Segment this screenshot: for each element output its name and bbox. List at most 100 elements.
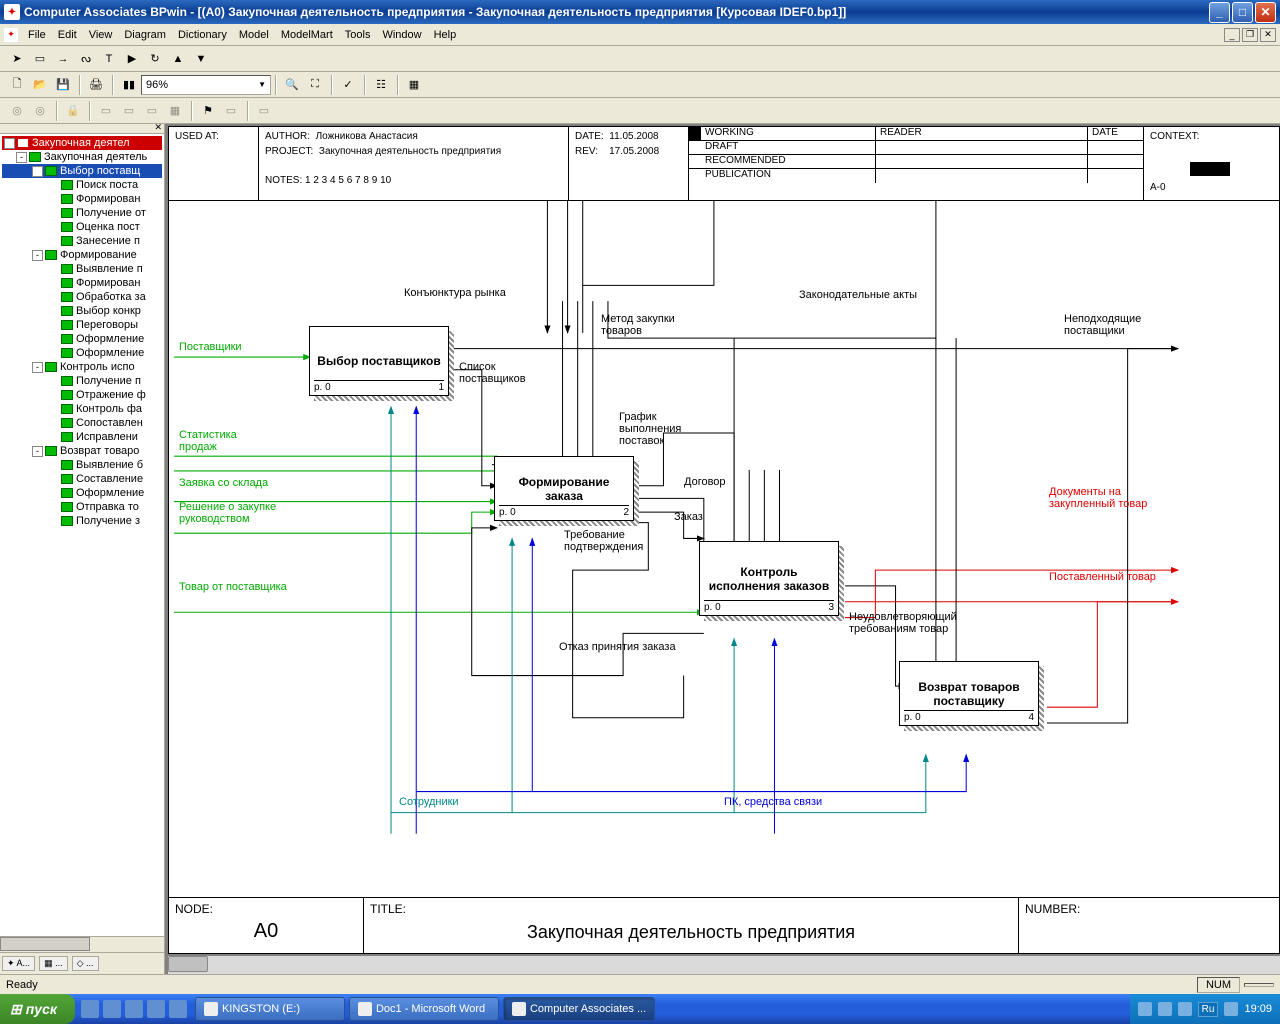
ql-2[interactable] [103,1000,121,1018]
tree-node[interactable]: Отражение ф [2,388,162,402]
mm6-icon[interactable]: ⚑ [197,100,219,122]
mm5-icon[interactable]: ▭ [141,100,163,122]
grid-icon[interactable]: ▦ [164,100,186,122]
squiggle-icon[interactable]: ᔓ [75,48,97,70]
menu-help[interactable]: Help [428,27,463,43]
activity-box-3[interactable]: Контроль исполнения заказов p. 03 [699,541,839,616]
task-bpwin[interactable]: Computer Associates ... [503,997,655,1021]
tree-node[interactable]: Формирован [2,192,162,206]
up-icon[interactable]: ▲ [167,48,189,70]
tree-node[interactable]: Получение з [2,514,162,528]
tree-node[interactable]: Оформление [2,346,162,360]
play-icon[interactable]: ▶ [121,48,143,70]
tree-node[interactable]: Получение п [2,374,162,388]
zoom-area-icon[interactable]: ⛶ [304,74,326,96]
arrow-icon[interactable]: → [52,48,74,70]
new-icon[interactable]: 🗋 [6,74,28,96]
zoom-combo[interactable]: 96% [141,75,271,95]
save-icon[interactable]: 💾 [52,74,74,96]
tree-node[interactable]: Формирован [2,276,162,290]
tree-node[interactable]: Переговоры [2,318,162,332]
activity-box-1[interactable]: Выбор поставщиков p. 01 [309,326,449,396]
menu-window[interactable]: Window [376,27,427,43]
system-tray[interactable]: Ru 19:09 [1130,994,1280,1024]
menu-edit[interactable]: Edit [52,27,83,43]
mm7-icon[interactable]: ▭ [220,100,242,122]
menu-modelmart[interactable]: ModelMart [275,27,339,43]
mm2-icon[interactable]: ◎ [29,100,51,122]
tree-node[interactable]: Получение от [2,206,162,220]
ql-3[interactable] [125,1000,143,1018]
tree-node[interactable]: Выявление б [2,458,162,472]
mm4-icon[interactable]: ▭ [118,100,140,122]
canvas-hscroll[interactable] [168,956,1280,974]
status-text: Ready [6,979,38,991]
mdi-minimize[interactable]: _ [1224,28,1240,42]
tree-node[interactable]: -Закупочная деятель [2,150,162,164]
label-stock-req: Заявка со склада [179,477,268,489]
tree-node[interactable]: Оценка пост [2,220,162,234]
menu-diagram[interactable]: Diagram [118,27,172,43]
down-icon[interactable]: ▼ [190,48,212,70]
ql-5[interactable] [169,1000,187,1018]
mdi-restore[interactable]: ❐ [1242,28,1258,42]
nav-diagrams[interactable]: ▦ ... [39,956,68,971]
report-icon[interactable]: ▦ [403,74,425,96]
tree-hscroll[interactable] [0,936,164,952]
open-icon[interactable]: 📂 [29,74,51,96]
tree-node[interactable]: Оформление [2,332,162,346]
tree-node[interactable]: Оформление [2,486,162,500]
clock: 19:09 [1244,1003,1272,1015]
menu-tools[interactable]: Tools [339,27,377,43]
tree-node[interactable]: -Контроль испо [2,360,162,374]
model-tree[interactable]: -Закупочная деятел-Закупочная деятель-Вы… [0,134,164,936]
tree-node[interactable]: -Выбор поставщ [2,164,162,178]
close-button[interactable]: ✕ [1255,2,1276,23]
tree-node[interactable]: Поиск поста [2,178,162,192]
menu-dictionary[interactable]: Dictionary [172,27,233,43]
tree-node[interactable]: Занесение п [2,234,162,248]
tree-node[interactable]: Сопоставлен [2,416,162,430]
menu-file[interactable]: File [22,27,52,43]
label-from-supplier: Товар от поставщика [179,581,287,593]
tree-icon[interactable]: ☷ [370,74,392,96]
tree-node[interactable]: Составление [2,472,162,486]
nav-objects[interactable]: ◇ ... [72,956,99,971]
lock-icon[interactable]: 🔒 [62,100,84,122]
nav-activities[interactable]: ✦ A... [2,956,35,971]
mdi-close[interactable]: ✕ [1260,28,1276,42]
mm3-icon[interactable]: ▭ [95,100,117,122]
menu-model[interactable]: Model [233,27,275,43]
tree-node[interactable]: Контроль фа [2,402,162,416]
maximize-button[interactable]: □ [1232,2,1253,23]
tree-node[interactable]: -Возврат товаро [2,444,162,458]
tree-node[interactable]: -Формирование [2,248,162,262]
start-button[interactable]: ⊞пуск [0,994,75,1024]
pointer-icon[interactable]: ➤ [6,48,28,70]
activity-box-4[interactable]: Возврат товаров поставщику p. 04 [899,661,1039,726]
print-icon[interactable]: 🖨 [85,74,107,96]
ql-4[interactable] [147,1000,165,1018]
task-word[interactable]: Doc1 - Microsoft Word [349,997,499,1021]
activity-box-2[interactable]: Формирование заказа p. 02 [494,456,634,521]
text-icon[interactable]: T [98,48,120,70]
tree-node[interactable]: Выбор конкр [2,304,162,318]
tree-node[interactable]: Исправлени [2,430,162,444]
diagram-canvas[interactable]: USED AT: AUTHOR: Ложникова Анастасия PRO… [168,126,1280,954]
tree-node[interactable]: Отправка то [2,500,162,514]
box-icon[interactable]: ▭ [29,48,51,70]
zoom-in-icon[interactable]: 🔍 [281,74,303,96]
menu-view[interactable]: View [83,27,119,43]
refresh-icon[interactable]: ↻ [144,48,166,70]
mm8-icon[interactable]: ▭ [253,100,275,122]
ql-1[interactable] [81,1000,99,1018]
tree-node[interactable]: Выявление п [2,262,162,276]
tree-node[interactable]: Обработка за [2,290,162,304]
spellcheck-icon[interactable]: ✓ [337,74,359,96]
label-sales-stat: Статистика продаж [179,429,259,453]
palette-icon[interactable]: ▮▮ [118,74,140,96]
task-kingston[interactable]: KINGSTON (E:) [195,997,345,1021]
mm1-icon[interactable]: ◎ [6,100,28,122]
tree-close[interactable] [0,124,164,134]
minimize-button[interactable]: _ [1209,2,1230,23]
